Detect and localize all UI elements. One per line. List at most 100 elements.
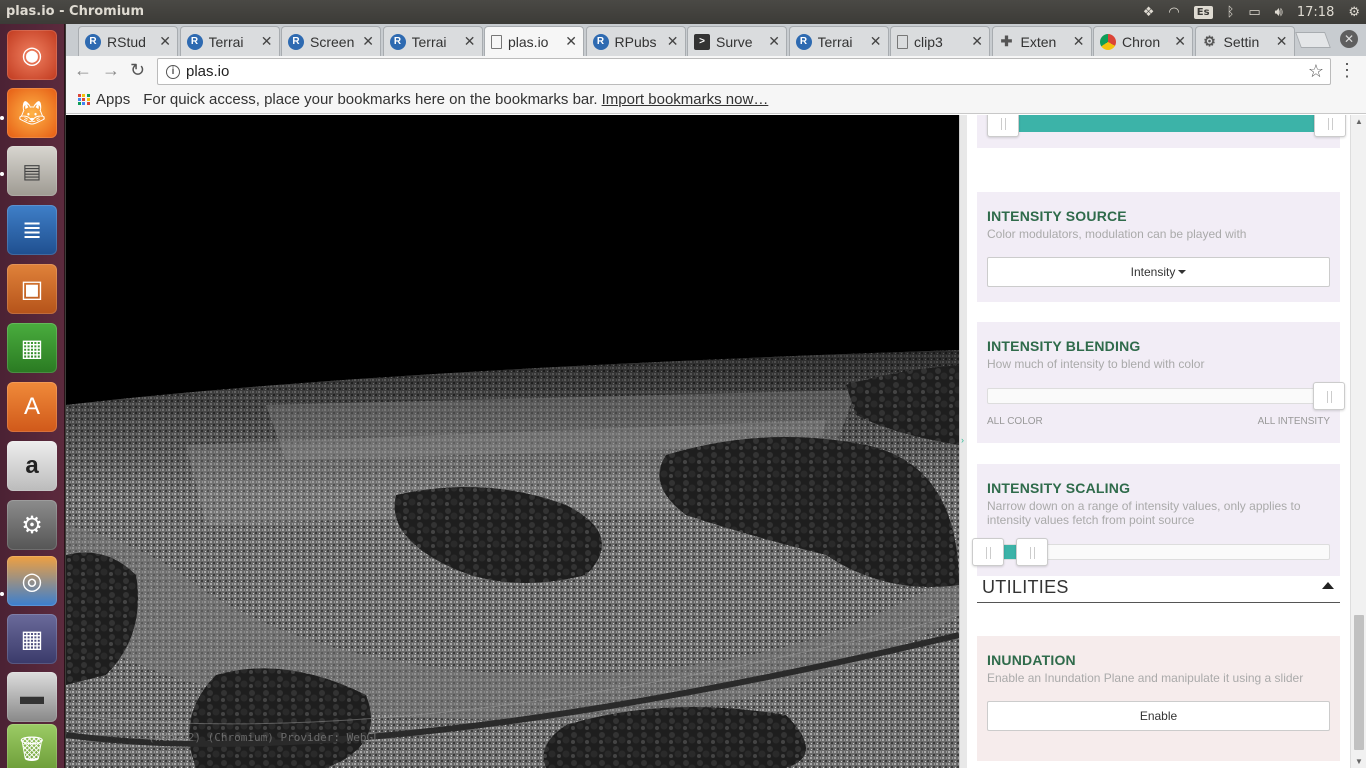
top-range-slider[interactable] [987,115,1346,137]
firefox-icon[interactable]: 🦊︎ [7,88,57,138]
chrome-menu-icon[interactable]: ⋮ [1338,60,1356,81]
reload-button[interactable]: ↻ [130,60,145,81]
bookmark-star-icon[interactable]: ☆ [1308,61,1324,82]
apps-shortcut[interactable]: Apps [96,91,130,108]
r-icon: R [795,33,812,50]
inundation-card: INUNDATION Enable an Inundation Plane an… [977,636,1340,761]
scroll-down-icon[interactable]: ▼ [1355,757,1363,766]
tab-2[interactable]: R Screen ✕ [281,26,381,56]
point-cloud-viewport[interactable]: (WebGL2) (Chromium) Provider: WebGL [66,115,959,768]
panel-scrollbar[interactable]: ▲ ▼ [1350,115,1366,768]
volume-icon[interactable]: 🔊︎ [1275,5,1283,20]
tab-8[interactable]: clip3 ✕ [890,26,990,56]
intensity-blending-card: INTENSITY BLENDING How much of intensity… [977,322,1345,443]
tab-close-icon[interactable]: ✕ [159,33,171,50]
r-icon: R [389,33,406,50]
inundation-description: Enable an Inundation Plane and manipulat… [987,671,1304,685]
keyboard-layout-indicator[interactable]: Es [1193,5,1213,19]
tab-close-icon[interactable]: ✕ [464,33,476,50]
tab-4[interactable]: plas.io ✕ [484,26,584,56]
blend-max-label: ALL INTENSITY [1257,416,1330,427]
scanner-icon[interactable]: ▬ [7,672,57,722]
scrollbar-thumb[interactable] [1354,615,1364,750]
chromium-window: R RStud ✕ R Terrai ✕ R Screen ✕ R Terrai ✕ plas.io ✕ R… [66,24,1366,768]
inundation-title: INUNDATION [987,652,1076,668]
tab-close-icon[interactable]: ✕ [1073,33,1085,50]
tab-3[interactable]: R Terrai ✕ [382,26,483,56]
puzzle-icon: ✚ [1000,33,1013,49]
site-info-icon[interactable]: i [166,64,180,79]
tab-0[interactable]: R RStud ✕ [78,26,178,56]
tab-11[interactable]: ⚙ Settin ✕ [1194,26,1295,56]
intensity-scaling-high-handle[interactable] [1016,538,1049,566]
running-indicator [0,592,4,596]
inundation-enable-button[interactable]: Enable [987,701,1330,731]
amazon-icon[interactable]: a [7,441,57,491]
intensity-scaling-low-handle[interactable] [972,538,1004,566]
blend-min-label: ALL COLOR [987,416,1043,427]
battery-icon[interactable]: ▭ [1248,5,1260,20]
renderer-provider-text: (WebGL2) (Chromium) Provider: WebGL [148,731,380,744]
top-range-low-handle[interactable] [987,115,1019,137]
tab-close-icon[interactable]: ✕ [667,33,679,50]
tab-close-icon[interactable]: ✕ [261,33,273,50]
intensity-source-description: Color modulators, modulation can be play… [987,227,1247,241]
system-tray: ❖ ◠ Es ᛒ ▭ 🔊︎ 17:18 ⚙ [1143,0,1360,24]
tab-1[interactable]: R Terrai ✕ [179,26,280,56]
impress-icon[interactable]: ▣ [7,264,57,314]
writer-icon[interactable]: ≣ [7,205,57,255]
utilities-section-header[interactable]: UTILITIES [977,573,1340,603]
clock[interactable]: 17:18 [1297,5,1334,20]
intensity-source-card: INTENSITY SOURCE Color modulators, modul… [977,192,1340,302]
panel-resize-handle[interactable]: › [959,115,967,768]
tab-close-icon[interactable]: ✕ [768,33,780,50]
terminal-icon: > [694,33,710,50]
utilities-title: UTILITIES [982,577,1069,597]
files-icon[interactable]: ▤ [7,146,57,196]
point-cloud-render[interactable] [66,115,959,768]
import-bookmarks-link[interactable]: Import bookmarks now… [602,91,769,108]
r-icon: R [288,33,304,50]
tab-close-icon[interactable]: ✕ [362,33,374,50]
doc-icon [897,34,908,49]
tab-close-icon[interactable]: ✕ [870,33,882,50]
tab-close-icon[interactable]: ✕ [1174,33,1186,50]
system-gear-icon[interactable]: ⚙ [1348,5,1360,20]
intensity-blending-slider[interactable] [987,382,1345,410]
intensity-scaling-slider[interactable] [972,538,1330,566]
tab-close-icon[interactable]: ✕ [971,33,983,50]
calc-icon[interactable]: ▦ [7,323,57,373]
software-center-icon[interactable]: A [7,382,57,432]
tab-5[interactable]: R RPubs ✕ [585,26,686,56]
scroll-up-icon[interactable]: ▲ [1355,117,1363,126]
dropbox-icon[interactable]: ❖ [1143,5,1155,20]
workspaces-icon[interactable]: ▦ [7,614,57,664]
tab-10[interactable]: Chron ✕ [1093,26,1193,56]
new-tab-button[interactable] [1295,32,1331,48]
tab-close-icon[interactable]: ✕ [1276,33,1288,50]
url-text[interactable]: plas.io [186,63,229,80]
top-range-high-handle[interactable] [1314,115,1346,137]
tab-6[interactable]: > Surve ✕ [687,26,787,56]
tab-7[interactable]: R Terrai ✕ [788,26,889,56]
intensity-blending-handle[interactable] [1313,382,1345,410]
forward-button[interactable]: → [102,60,120,81]
intensity-source-selected: Intensity [1130,265,1176,279]
tab-close-icon[interactable]: ✕ [565,33,577,50]
trash-icon[interactable]: 🗑︎ [7,724,57,768]
back-button[interactable]: ← [74,60,92,81]
address-bar[interactable]: i plas.io ☆ [157,58,1331,85]
intensity-source-dropdown[interactable]: Intensity [987,257,1330,287]
range-card [977,115,1346,148]
system-settings-icon[interactable]: ⚙ [7,500,57,550]
bluetooth-icon[interactable]: ᛒ [1227,5,1235,20]
window-close-button[interactable]: ✕ [1340,30,1358,48]
tab-9[interactable]: ✚ Exten ✕ [991,26,1092,56]
chrome-icon [1100,33,1116,50]
intensity-blending-description: How much of intensity to blend with colo… [987,357,1205,371]
wifi-icon[interactable]: ◠ [1168,5,1179,20]
apps-grid-icon[interactable] [78,93,90,106]
ubuntu-dash-icon[interactable]: ◉ [7,30,57,80]
chromium-icon[interactable]: ◎ [7,556,57,606]
collapse-chevron-icon[interactable] [1322,582,1334,589]
